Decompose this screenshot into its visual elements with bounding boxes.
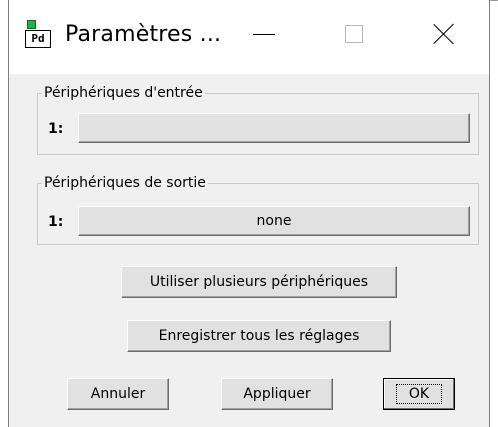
maximize-icon [345,25,363,43]
title-bar: Pd Paramètres ... [9,0,489,74]
close-button[interactable] [421,14,467,54]
apply-button[interactable]: Appliquer [221,378,333,410]
ok-button[interactable]: OK [383,378,455,410]
ok-button-label: OK [395,384,443,404]
pd-icon-label: Pd [25,30,51,48]
save-all-settings-button[interactable]: Enregistrer tous les réglages [127,320,391,352]
minimize-icon [253,33,275,35]
settings-dialog: Pd Paramètres ... Périphériques d'entrée… [8,0,490,427]
output-devices-legend: Périphériques de sortie [42,175,208,191]
output-device-button[interactable]: none [78,206,470,236]
output-devices-group: Périphériques de sortie 1: none [37,175,479,245]
output-device-index: 1: [48,214,64,230]
pd-app-icon: Pd [25,20,53,50]
use-multiple-devices-button[interactable]: Utiliser plusieurs périphériques [121,266,397,298]
input-devices-legend: Périphériques d'entrée [42,85,205,101]
input-device-index: 1: [48,121,64,137]
window-title: Paramètres ... [65,22,222,47]
input-devices-group: Périphériques d'entrée 1: [37,85,479,155]
cancel-button[interactable]: Annuler [67,378,169,410]
input-device-button[interactable] [78,113,470,143]
close-icon [433,23,455,45]
minimize-button[interactable] [241,14,287,54]
maximize-button[interactable] [331,14,377,54]
